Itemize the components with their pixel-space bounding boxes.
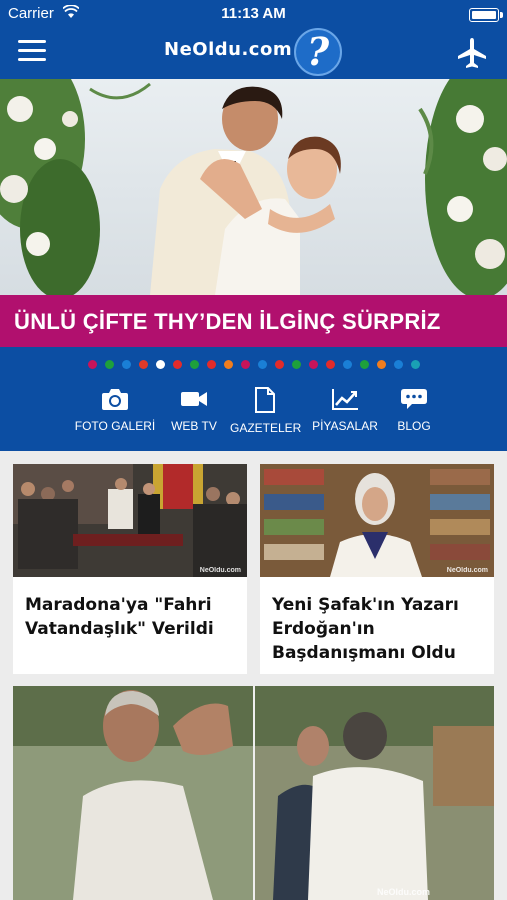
category-gazeteler[interactable]: GAZETELER (230, 387, 302, 447)
news-thumbnail: NeOldu.com (260, 464, 494, 577)
category-nav: FOTO GALERİ WEB TV GAZETELER PİYASALAR B… (70, 387, 440, 447)
news-card[interactable]: NeOldu.com Yeni Şafak'ın Yazarı Erdoğan'… (260, 464, 494, 674)
news-thumbnail: NeOldu.com (13, 464, 247, 577)
slider-dot[interactable] (121, 360, 131, 369)
slider-dot[interactable] (189, 360, 199, 369)
slider-dot[interactable] (240, 360, 250, 369)
slider-dot[interactable] (223, 360, 233, 369)
slider-dot[interactable] (393, 360, 403, 369)
slider-dot[interactable] (138, 360, 148, 369)
watermark: NeOldu.com (376, 887, 430, 897)
category-label: BLOG (397, 419, 431, 433)
featured-thumbnail (13, 686, 494, 900)
chart-icon (332, 389, 358, 410)
slider-dot[interactable] (308, 360, 318, 369)
watermark: NeOldu.com (199, 567, 241, 574)
app-header: NeOldu.com ? (0, 28, 507, 79)
watermark: NeOldu.com (446, 567, 488, 574)
news-card[interactable]: NeOldu.com Maradona'ya "Fahri Vatandaşlı… (13, 464, 247, 674)
hamburger-menu-icon[interactable] (18, 40, 46, 64)
logo-text: NeOldu.com (164, 39, 293, 60)
slider-dot[interactable] (87, 360, 97, 369)
category-blog[interactable]: BLOG (388, 387, 440, 447)
camera-icon (102, 389, 128, 410)
slider-dot[interactable] (257, 360, 267, 369)
slider-pagination[interactable] (0, 360, 507, 370)
slider-dot[interactable] (342, 360, 352, 369)
slider-dot[interactable] (206, 360, 216, 369)
featured-news-card[interactable]: NeOldu.com (13, 686, 494, 900)
chat-bubble-icon (401, 389, 427, 409)
category-piyasalar[interactable]: PİYASALAR (310, 387, 380, 447)
airplane-icon[interactable] (455, 36, 489, 70)
news-title: Maradona'ya "Fahri Vatandaşlık" Verildi (25, 595, 214, 639)
video-camera-icon (181, 392, 207, 406)
news-feed: NeOldu.com Maradona'ya "Fahri Vatandaşlı… (0, 451, 507, 900)
clock: 11:13 AM (221, 5, 286, 22)
category-label: WEB TV (171, 419, 217, 433)
headline-text: ÜNLÜ ÇİFTE THY’DEN İLGİNÇ SÜRPRİZ (14, 309, 441, 334)
slider-dot[interactable] (274, 360, 284, 369)
category-foto-galeri[interactable]: FOTO GALERİ (70, 387, 160, 447)
hero-image[interactable] (0, 79, 507, 295)
app-logo[interactable]: NeOldu.com ? (164, 28, 349, 79)
battery-icon (469, 8, 503, 22)
wedding-photo (0, 79, 507, 295)
headline-banner[interactable]: ÜNLÜ ÇİFTE THY’DEN İLGİNÇ SÜRPRİZ (0, 295, 507, 347)
slider-dot[interactable] (104, 360, 114, 369)
slider-dot[interactable] (410, 360, 420, 369)
news-title: Yeni Şafak'ın Yazarı Erdoğan'ın Başdanış… (272, 595, 459, 663)
slider-dot-active[interactable] (155, 360, 165, 369)
slider-dot[interactable] (359, 360, 369, 369)
category-label: PİYASALAR (312, 419, 378, 433)
question-mark-icon: ? (294, 28, 342, 76)
category-band: FOTO GALERİ WEB TV GAZETELER PİYASALAR B… (0, 347, 507, 451)
slider-dot[interactable] (172, 360, 182, 369)
slider-dot[interactable] (376, 360, 386, 369)
category-web-tv[interactable]: WEB TV (166, 387, 222, 447)
slider-dot[interactable] (325, 360, 335, 369)
document-icon (255, 387, 275, 413)
slider-dot[interactable] (291, 360, 301, 369)
status-bar: Carrier 11:13 AM (0, 0, 507, 28)
category-label: GAZETELER (230, 421, 302, 435)
category-label: FOTO GALERİ (74, 419, 156, 433)
